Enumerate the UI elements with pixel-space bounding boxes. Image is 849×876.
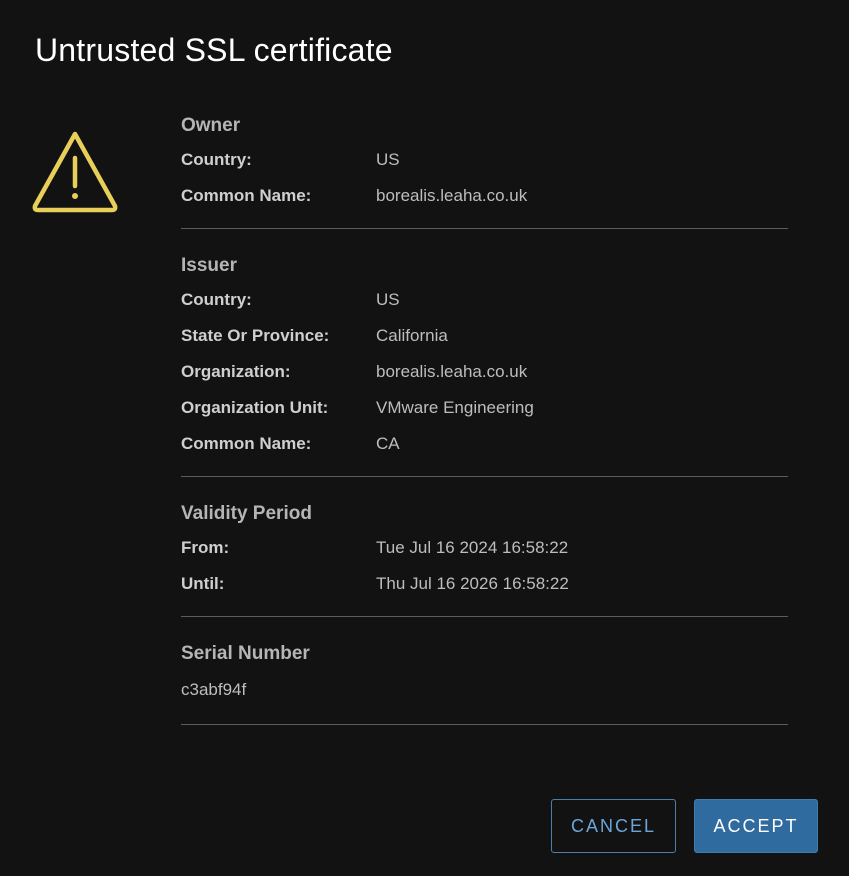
issuer-country-row: Country: US	[181, 282, 788, 318]
field-label: From:	[181, 538, 230, 557]
issuer-common-name-row: Common Name: CA	[181, 426, 788, 462]
field-label: Common Name:	[181, 186, 312, 205]
field-value: borealis.leaha.co.uk	[376, 186, 528, 205]
field-value: Thu Jul 16 2026 16:58:22	[376, 574, 569, 593]
field-value: US	[376, 290, 400, 309]
field-value: borealis.leaha.co.uk	[376, 362, 528, 381]
validity-from-row: From: Tue Jul 16 2024 16:58:22	[181, 530, 788, 566]
field-label: Country:	[181, 150, 252, 169]
cancel-button[interactable]: CANCEL	[551, 799, 676, 853]
field-value: US	[376, 150, 400, 169]
ssl-certificate-dialog: Untrusted SSL certificate Owner Country:…	[0, 0, 849, 876]
serial-heading: Serial Number	[181, 643, 310, 664]
owner-heading: Owner	[181, 115, 241, 136]
issuer-state-row: State Or Province: California	[181, 318, 788, 354]
dialog-actions: CANCEL ACCEPT	[551, 799, 818, 853]
warning-triangle-icon	[32, 131, 118, 213]
issuer-organization-unit-row: Organization Unit: VMware Engineering	[181, 390, 788, 426]
owner-country-row: Country: US	[181, 142, 788, 178]
field-label: State Or Province:	[181, 326, 330, 345]
issuer-heading: Issuer	[181, 255, 237, 276]
serial-section: Serial Number c3abf94f	[181, 638, 788, 725]
field-value: California	[376, 326, 448, 345]
field-label: Organization:	[181, 362, 291, 381]
validity-section: Validity Period From: Tue Jul 16 2024 16…	[181, 498, 788, 617]
issuer-section: Issuer Country: US State Or Province: Ca…	[181, 250, 788, 477]
serial-number-value: c3abf94f	[181, 680, 247, 699]
issuer-organization-row: Organization: borealis.leaha.co.uk	[181, 354, 788, 390]
field-value: VMware Engineering	[376, 398, 534, 417]
validity-heading: Validity Period	[181, 503, 312, 524]
field-label: Country:	[181, 290, 252, 309]
owner-common-name-row: Common Name: borealis.leaha.co.uk	[181, 178, 788, 214]
validity-until-row: Until: Thu Jul 16 2026 16:58:22	[181, 566, 788, 602]
field-value: CA	[376, 434, 400, 453]
field-value: Tue Jul 16 2024 16:58:22	[376, 538, 569, 557]
accept-button[interactable]: ACCEPT	[694, 799, 818, 853]
field-label: Organization Unit:	[181, 398, 329, 417]
field-label: Common Name:	[181, 434, 312, 453]
field-label: Until:	[181, 574, 225, 593]
owner-section: Owner Country: US Common Name: borealis.…	[181, 110, 788, 229]
certificate-details: Owner Country: US Common Name: borealis.…	[181, 110, 788, 746]
dialog-title: Untrusted SSL certificate	[35, 32, 393, 68]
